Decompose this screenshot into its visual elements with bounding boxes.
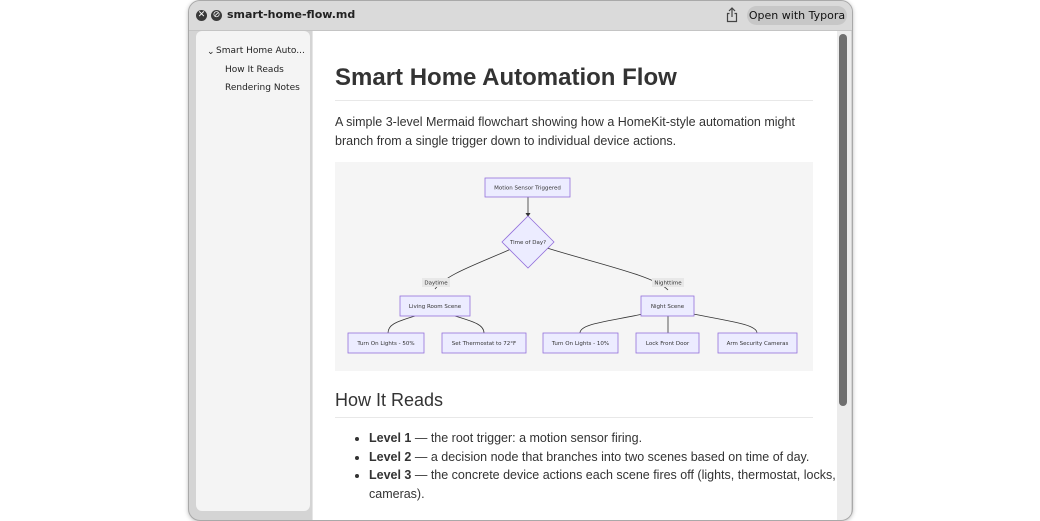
intro-paragraph: A simple 3-level Mermaid flowchart showi… [335,115,795,148]
svg-text:Turn On Lights - 10%: Turn On Lights - 10% [551,341,609,347]
scrollbar-thumb[interactable] [839,34,847,406]
svg-text:Living Room Scene: Living Room Scene [409,304,462,310]
node-night-scene: Night Scene [640,295,695,317]
title-divider [335,100,813,101]
how-it-reads-list: Level 1 — the root trigger: a motion sen… [335,429,839,503]
edge-label-nighttime: Nighttime [652,278,684,287]
node-action-lights-10: Turn On Lights - 10% [542,332,619,354]
node-time-of-day-decision: Time of Day? [501,215,555,269]
edge-night-a5 [692,313,758,334]
outline-item-rendering-notes[interactable]: Rendering Notes [225,83,300,93]
minimize-icon[interactable]: ⊘ [211,10,222,21]
list-item: Level 1 — the root trigger: a motion sen… [369,429,839,448]
svg-text:Night Scene: Night Scene [651,304,685,310]
svg-text:Daytime: Daytime [424,281,448,287]
app-window: ✕ ⊘ smart-home-flow.md Open with Typora … [188,0,853,521]
edge-decision-night [546,247,669,291]
section-heading-how-it-reads: How It Reads [335,390,444,410]
open-with-typora-button[interactable]: Open with Typora [747,6,847,25]
window-title: smart-home-flow.md [227,8,356,21]
svg-text:Time of Day?: Time of Day? [509,240,546,246]
page-title: Smart Home Automation Flow [335,64,677,91]
edge-day-a2 [454,315,485,334]
outline-chevron-down-icon[interactable]: ⌄ [207,47,215,57]
list-item: Level 2 — a decision node that branches … [369,448,839,467]
svg-text:Motion Sensor Triggered: Motion Sensor Triggered [494,186,561,192]
section-divider [335,417,813,418]
svg-text:Nighttime: Nighttime [654,281,682,287]
share-icon[interactable] [725,7,739,23]
node-action-lock-door: Lock Front Door [635,332,700,354]
svg-text:Arm Security Cameras: Arm Security Cameras [727,341,789,347]
outline-item-how-it-reads[interactable]: How It Reads [225,65,284,75]
outline-sidebar: ⌄ Smart Home Auto... How It Reads Render… [196,31,310,511]
svg-text:Lock Front Door: Lock Front Door [646,341,690,347]
node-living-room-scene: Living Room Scene [399,295,471,317]
node-action-arm-cameras: Arm Security Cameras [717,332,798,354]
close-icon[interactable]: ✕ [196,10,207,21]
node-action-lights-50: Turn On Lights - 50% [347,332,425,354]
svg-text:Turn On Lights - 50%: Turn On Lights - 50% [356,341,414,347]
list-item: Level 3 — the concrete device actions ea… [369,466,839,503]
node-action-thermostat: Set Thermostat to 72°F [441,332,527,354]
edge-day-a1 [387,315,416,334]
outline-item-title[interactable]: Smart Home Auto... [216,46,305,56]
node-motion-sensor-triggered: Motion Sensor Triggered [484,177,571,198]
title-bar: ✕ ⊘ smart-home-flow.md Open with Typora [189,1,852,31]
edge-label-daytime: Daytime [422,278,450,287]
svg-text:Set Thermostat to 72°F: Set Thermostat to 72°F [452,341,516,347]
mermaid-flowchart: Daytime Nighttime Motion Sensor Triggere… [335,162,813,371]
edge-night-a3 [579,313,644,334]
